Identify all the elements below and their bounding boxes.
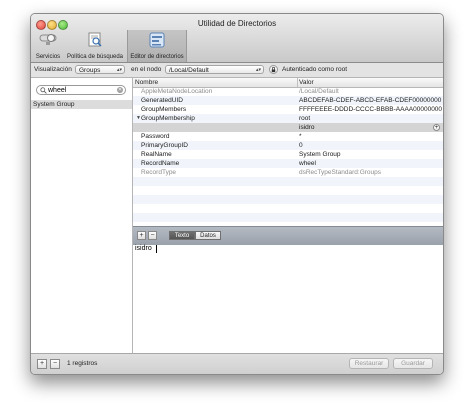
toolbar-directory-editor[interactable]: Editor de directorios [127, 30, 187, 62]
view-popup-value: Groups [79, 67, 101, 74]
table-row[interactable]: GeneratedUID ABCDEFAB-CDEF-ABCD-EFAB-CDE… [133, 96, 443, 105]
table-row[interactable]: GroupMembers FFFFEEEE-DDDD-CCCC-BBBB-AAA… [133, 105, 443, 114]
popup-arrows-icon: ▴▾ [255, 67, 261, 73]
table-row-selected[interactable]: isidro + [133, 123, 443, 132]
view-popup[interactable]: Groups ▴▾ [75, 65, 125, 74]
add-attribute-button[interactable]: + [137, 231, 146, 240]
value-text-area[interactable]: isidro [133, 245, 443, 353]
lock-button[interactable] [269, 65, 278, 74]
table-row[interactable]: RecordName wheel [133, 159, 443, 168]
bottom-bar: + − 1 registros Restaurar Guardar [31, 353, 443, 374]
table-row-empty [133, 213, 443, 222]
directory-editor-icon [149, 32, 165, 50]
table-row[interactable]: AppleMetaNodeLocation /Local/Default [133, 87, 443, 96]
attribute-value: 0 [299, 142, 303, 149]
attribute-editor: Nombre Valor AppleMetaNodeLocation /Loca… [133, 78, 443, 353]
table-row-empty [133, 186, 443, 195]
remove-attribute-button[interactable]: − [148, 231, 157, 240]
attribute-value: System Group [299, 151, 341, 158]
records-sidebar: wheel ✕ System Group [31, 78, 133, 353]
table-row[interactable]: PrimaryGroupID 0 [133, 141, 443, 150]
attribute-value: root [299, 115, 311, 122]
search-icon [40, 87, 47, 96]
toolbar-directory-editor-label: Editor de directorios [130, 54, 184, 60]
add-record-button[interactable]: + [37, 359, 47, 369]
attribute-name: AppleMetaNodeLocation [141, 88, 213, 95]
table-row-empty [133, 195, 443, 204]
search-policy-icon [87, 32, 103, 50]
list-item[interactable]: System Group [31, 100, 132, 109]
attribute-value: dsRecTypeStandard:Groups [299, 169, 382, 176]
search-input[interactable]: wheel [48, 87, 66, 94]
column-header-value[interactable]: Valor [299, 79, 314, 86]
segment-text[interactable]: Texto [169, 231, 195, 240]
view-controls-bar: Visualización Groups ▴▾ en el nodo /Loca… [31, 63, 443, 78]
auth-status: Autenticado como root [282, 66, 348, 73]
restore-button[interactable]: Restaurar [349, 358, 389, 369]
table-row[interactable]: ▼ GroupMembership root [133, 114, 443, 123]
clear-search-icon[interactable]: ✕ [117, 87, 123, 93]
value-text: isidro [135, 245, 152, 252]
record-name: System Group [33, 101, 75, 108]
attribute-value: wheel [299, 160, 316, 167]
lock-icon [271, 66, 276, 73]
attribute-name: GroupMembership [141, 115, 195, 122]
attribute-name: PrimaryGroupID [141, 142, 188, 149]
attribute-value: * [299, 133, 302, 140]
toolbar-services[interactable]: Servicios [33, 30, 63, 62]
record-count: 1 registros [67, 360, 98, 367]
save-button[interactable]: Guardar [393, 358, 433, 369]
attribute-value: isidro [299, 124, 315, 131]
services-switch-icon [38, 32, 58, 48]
attribute-name: GroupMembers [141, 106, 187, 113]
column-header-name[interactable]: Nombre [135, 79, 158, 86]
attribute-name: RecordType [141, 169, 177, 176]
attribute-name: Password [141, 133, 170, 140]
directory-utility-window: Utilidad de Directorios Servicios Políti… [30, 13, 444, 375]
node-popup[interactable]: /Local/Default ▴▾ [165, 65, 264, 74]
table-row[interactable]: Password * [133, 132, 443, 141]
column-divider[interactable] [297, 78, 298, 87]
attribute-name: GeneratedUID [141, 97, 183, 104]
attribute-value: ABCDEFAB-CDEF-ABCD-EFAB-CDEF00000000 [299, 97, 442, 104]
toolbar-search-policy[interactable]: Política de búsqueda [65, 30, 125, 62]
search-field[interactable]: wheel ✕ [36, 85, 126, 95]
toolbar-services-label: Servicios [35, 54, 61, 60]
table-row-empty [133, 177, 443, 186]
table-row-empty [133, 204, 443, 213]
node-label: en el nodo [131, 66, 162, 73]
add-value-icon[interactable]: + [433, 124, 440, 131]
toolbar-search-policy-label: Política de búsqueda [66, 54, 124, 60]
titlebar: Utilidad de Directorios Servicios Políti… [31, 14, 443, 63]
remove-record-button[interactable]: − [50, 359, 60, 369]
window-title: Utilidad de Directorios [197, 19, 277, 28]
value-editor-bar: + − Texto Datos [133, 226, 443, 246]
attribute-name: RealName [141, 151, 172, 158]
table-row[interactable]: RecordType dsRecTypeStandard:Groups [133, 168, 443, 177]
table-row[interactable]: RealName System Group [133, 150, 443, 159]
attribute-value: FFFFEEEE-DDDD-CCCC-BBBB-AAAA00000000 [299, 106, 443, 113]
segment-data[interactable]: Datos [195, 231, 221, 240]
popup-arrows-icon: ▴▾ [116, 67, 122, 73]
view-label: Visualización [34, 66, 72, 73]
attribute-value: /Local/Default [299, 88, 339, 95]
node-popup-value: /Local/Default [169, 67, 209, 74]
attribute-name: RecordName [141, 160, 180, 167]
text-caret [156, 245, 157, 253]
